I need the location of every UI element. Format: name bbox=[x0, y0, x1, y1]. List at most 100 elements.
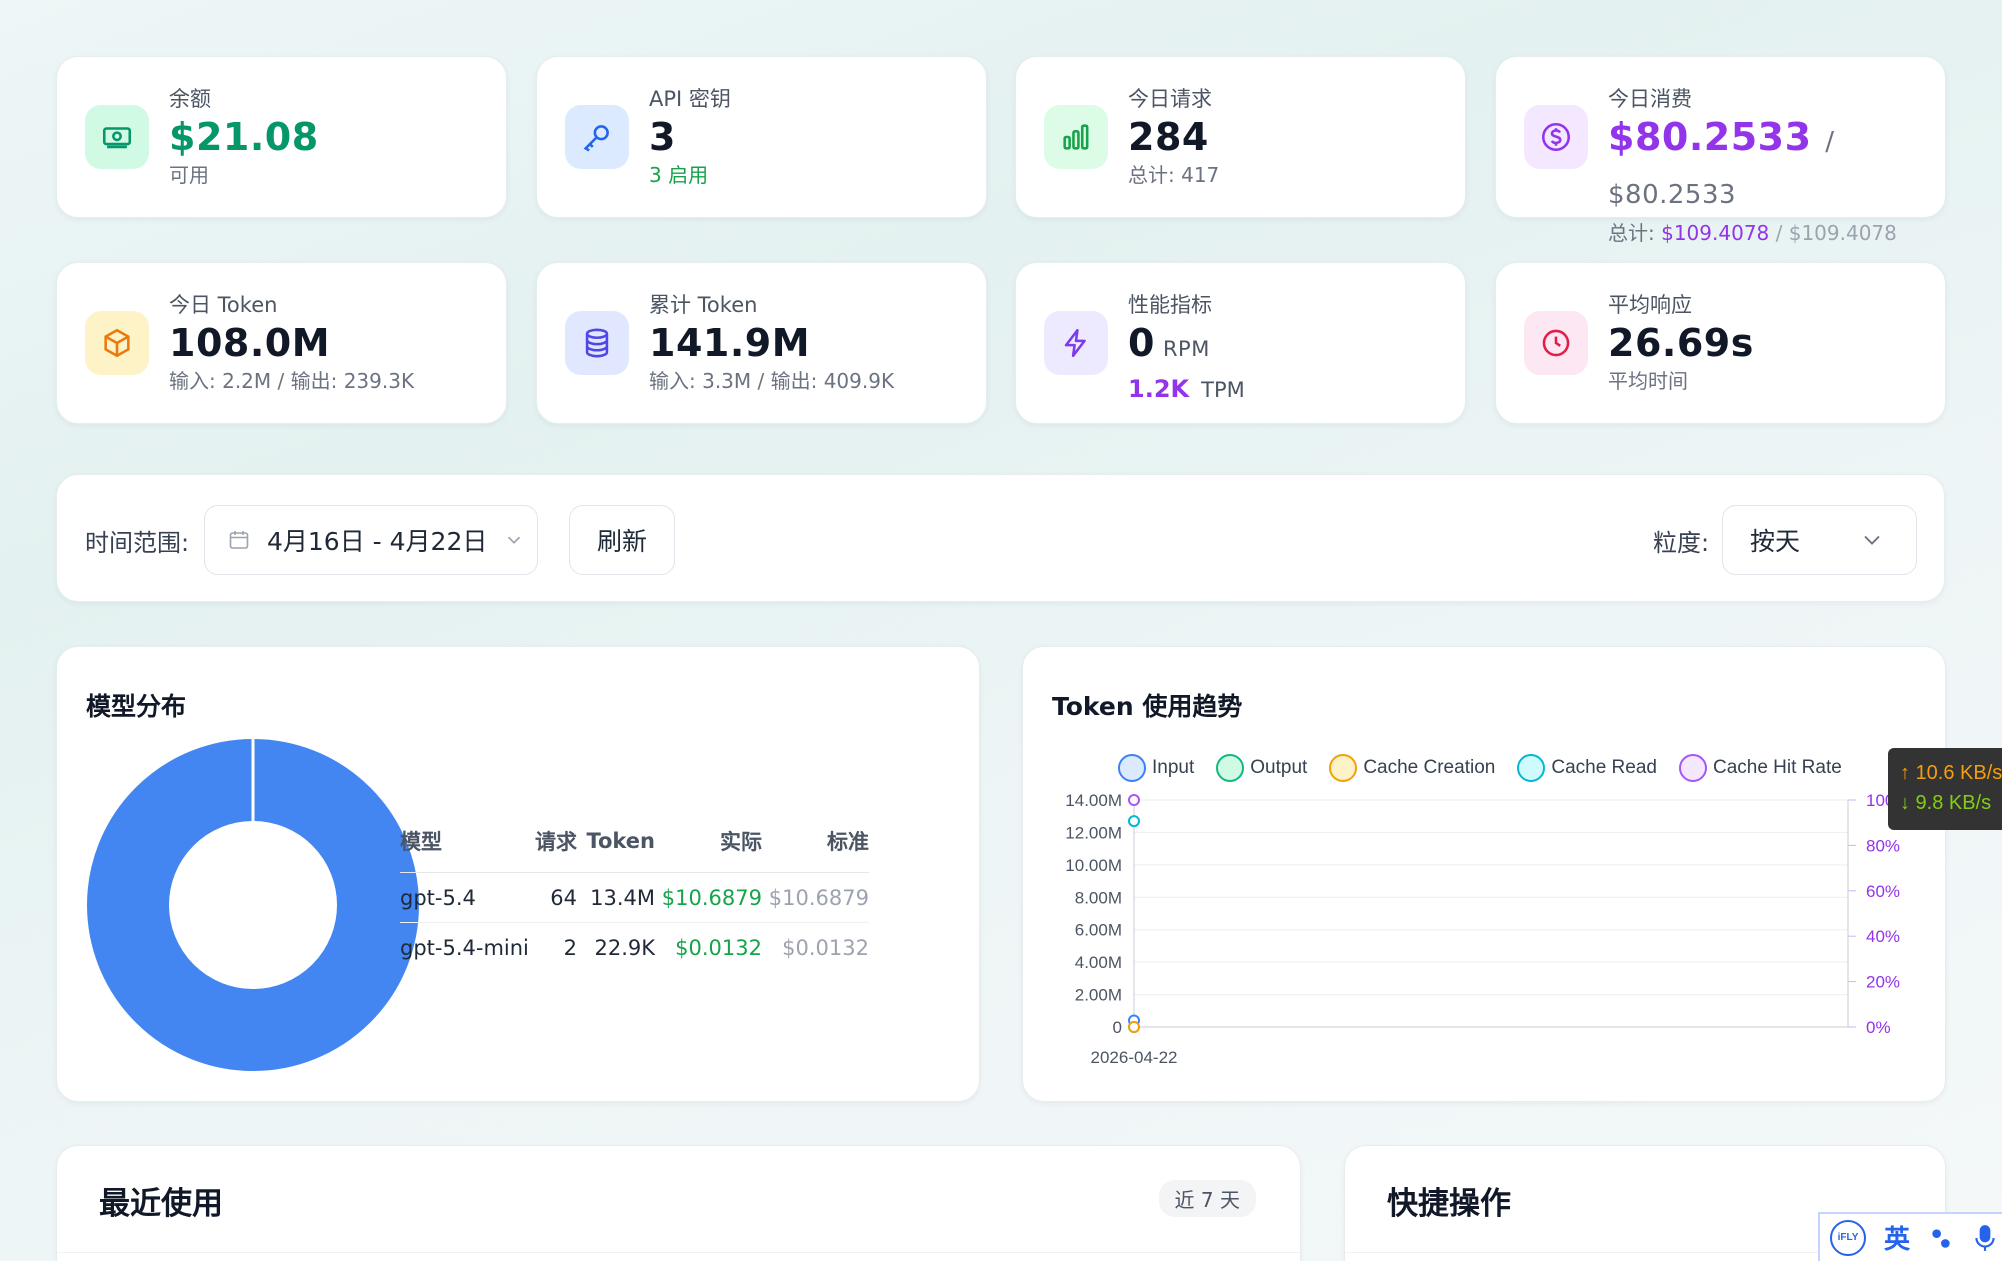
rpm-unit: RPM bbox=[1162, 337, 1210, 361]
ifly-logo[interactable]: iFLY bbox=[1830, 1219, 1866, 1256]
granularity-value: 按天 bbox=[1750, 527, 1801, 556]
today-token-value: 108.0M bbox=[169, 321, 331, 365]
stat-label: 累计 Token bbox=[649, 293, 758, 317]
stat-sub: 可用 bbox=[169, 163, 209, 187]
y-left-tick-label: 8.00M bbox=[1075, 888, 1122, 907]
bar-chart-icon bbox=[1044, 105, 1108, 169]
date-range-value: 4月16日 - 4月22日 bbox=[267, 527, 488, 556]
stat-card-api-keys: API 密钥 3 3 启用 bbox=[536, 56, 987, 218]
dollar-icon bbox=[1524, 105, 1588, 169]
table-header-row: 模型 请求 Token 实际 标准 bbox=[400, 826, 869, 873]
model-requests: 2 bbox=[563, 935, 577, 960]
data-point-cache-hit-rate bbox=[1128, 794, 1140, 806]
data-point-cache-creation bbox=[1128, 1021, 1140, 1033]
table-row[interactable]: gpt-5.4-mini 2 22.9K $0.0132 $0.0132 bbox=[400, 923, 869, 973]
stat-card-today-cost: 今日消费 $80.2533 / $80.2533 总计: $109.4078 /… bbox=[1495, 56, 1946, 245]
col-standard: 标准 bbox=[762, 826, 869, 873]
col-token: Token bbox=[577, 826, 655, 873]
database-icon bbox=[565, 311, 629, 375]
ifly-logo-text: iFLY bbox=[1837, 1232, 1859, 1243]
stat-sub: 总计: 417 bbox=[1128, 163, 1220, 187]
model-name: gpt-5.4 bbox=[400, 872, 535, 923]
recent-usage-panel: 最近使用 近 7 天 bbox=[56, 1145, 1301, 1261]
stat-label: API 密钥 bbox=[649, 87, 731, 111]
x-tick-label: 2026-04-22 bbox=[1091, 1048, 1178, 1067]
y-right-tick-label: 80% bbox=[1866, 836, 1900, 855]
data-point-cache-read bbox=[1128, 815, 1140, 828]
refresh-button[interactable]: 刷新 bbox=[569, 505, 675, 575]
stat-card-avg-response: 平均响应 26.69s 平均时间 bbox=[1495, 262, 1946, 424]
date-range-picker[interactable]: 4月16日 - 4月22日 bbox=[204, 505, 538, 575]
col-actual: 实际 bbox=[655, 826, 762, 873]
y-left-tick-label: 6.00M bbox=[1075, 921, 1122, 940]
model-standard-cost: $10.6879 bbox=[762, 872, 869, 923]
y-right-tick-label: 20% bbox=[1866, 973, 1900, 992]
stat-card-balance: 余额 $21.08 可用 bbox=[56, 56, 507, 218]
money-icon bbox=[85, 105, 149, 169]
ime-toolbar: iFLY 英 bbox=[1818, 1212, 2002, 1261]
today-cost-value: $80.2533 / $80.2533 bbox=[1608, 113, 1945, 219]
today-requests-value: 284 bbox=[1128, 115, 1209, 159]
tpm-unit: TPM bbox=[1201, 378, 1245, 402]
chevron-down-icon bbox=[508, 536, 521, 544]
model-panel-title: 模型分布 bbox=[86, 692, 187, 721]
bolt-icon bbox=[1044, 311, 1108, 375]
stat-card-performance: 性能指标 0 RPM 1.2K TPM bbox=[1015, 262, 1466, 424]
y-left-tick-label: 10.00M bbox=[1065, 856, 1122, 875]
token-trend-title: Token 使用趋势 bbox=[1052, 692, 1243, 721]
model-donut-chart bbox=[87, 739, 419, 1071]
y-left-tick-label: 0 bbox=[1113, 1018, 1122, 1037]
model-name: gpt-5.4-mini bbox=[400, 935, 529, 960]
download-speed: ↓ 9.8 KB/s bbox=[1900, 792, 1992, 814]
stat-label: 平均响应 bbox=[1608, 293, 1692, 317]
rpm-number: 0 bbox=[1128, 321, 1155, 365]
stat-label: 性能指标 bbox=[1128, 293, 1212, 317]
y-right-tick-label: 60% bbox=[1866, 882, 1900, 901]
model-standard-cost: $0.0132 bbox=[782, 935, 869, 960]
y-right-tick-label: 40% bbox=[1866, 927, 1900, 946]
ime-lang-toggle[interactable]: 英 bbox=[1884, 1219, 1910, 1256]
tpm-number: 1.2K bbox=[1128, 375, 1190, 403]
punctuation-icon[interactable] bbox=[1928, 1225, 1954, 1251]
refresh-label: 刷新 bbox=[596, 527, 647, 556]
key-icon bbox=[565, 105, 629, 169]
filter-bar: 时间范围: 4月16日 - 4月22日 刷新 粒度: 按天 bbox=[56, 474, 1945, 602]
y-left-tick-label: 2.00M bbox=[1075, 986, 1122, 1005]
network-speed-overlay: ↑ 10.6 KB/s ↓ 9.8 KB/s bbox=[1888, 748, 2002, 830]
quick-actions-title: 快捷操作 bbox=[1387, 1186, 1511, 1222]
stat-label: 余额 bbox=[169, 87, 211, 111]
recent-usage-title: 最近使用 bbox=[99, 1186, 223, 1222]
model-table: 模型 请求 Token 实际 标准 gpt-5.4 64 13.4M $10.6… bbox=[400, 826, 869, 973]
y-left-tick-label: 12.00M bbox=[1065, 823, 1122, 842]
panel-divider bbox=[57, 1252, 1300, 1253]
chevron-down-icon bbox=[1864, 535, 1880, 545]
model-actual-cost: $10.6879 bbox=[655, 872, 762, 923]
today-cost-actual: $80.2533 bbox=[1608, 115, 1812, 159]
time-period-badge: 近 7 天 bbox=[1158, 1180, 1256, 1217]
model-requests: 64 bbox=[535, 872, 577, 923]
y-right-tick-label: 0% bbox=[1866, 1018, 1891, 1037]
microphone-icon[interactable] bbox=[1972, 1223, 1998, 1253]
y-left-tick-label: 14.00M bbox=[1065, 791, 1122, 810]
granularity-select[interactable]: 按天 bbox=[1722, 505, 1917, 575]
granularity-label: 粒度: bbox=[1653, 529, 1710, 557]
time-range-label: 时间范围: bbox=[85, 529, 190, 557]
api-keys-value: 3 bbox=[649, 115, 676, 159]
stat-card-total-token: 累计 Token 141.9M 输入: 3.3M / 输出: 409.9K bbox=[536, 262, 987, 424]
stat-label: 今日 Token bbox=[169, 293, 278, 317]
cube-icon bbox=[85, 311, 149, 375]
stat-label: 今日消费 bbox=[1608, 87, 1692, 111]
stat-sub: 输入: 3.3M / 输出: 409.9K bbox=[649, 369, 895, 393]
calendar-icon bbox=[229, 531, 249, 549]
tpm-value: 1.2K TPM bbox=[1128, 373, 1245, 406]
total-cost-actual: $109.4078 bbox=[1661, 221, 1770, 245]
y-left-tick-label: 4.00M bbox=[1075, 953, 1122, 972]
model-tokens: 22.9K bbox=[594, 935, 655, 960]
balance-value: $21.08 bbox=[169, 115, 319, 159]
token-trend-chart: 0 2.00M 4.00M 6.00M 8.00M 10.00M 12.00M 14.00M 0… bbox=[1065, 791, 1909, 1067]
stat-sub: 输入: 2.2M / 输出: 239.3K bbox=[169, 369, 415, 393]
model-actual-cost: $0.0132 bbox=[675, 935, 762, 960]
total-token-value: 141.9M bbox=[649, 321, 811, 365]
upload-speed: ↑ 10.6 KB/s bbox=[1900, 762, 2002, 784]
table-row[interactable]: gpt-5.4 64 13.4M $10.6879 $10.6879 bbox=[400, 872, 869, 923]
